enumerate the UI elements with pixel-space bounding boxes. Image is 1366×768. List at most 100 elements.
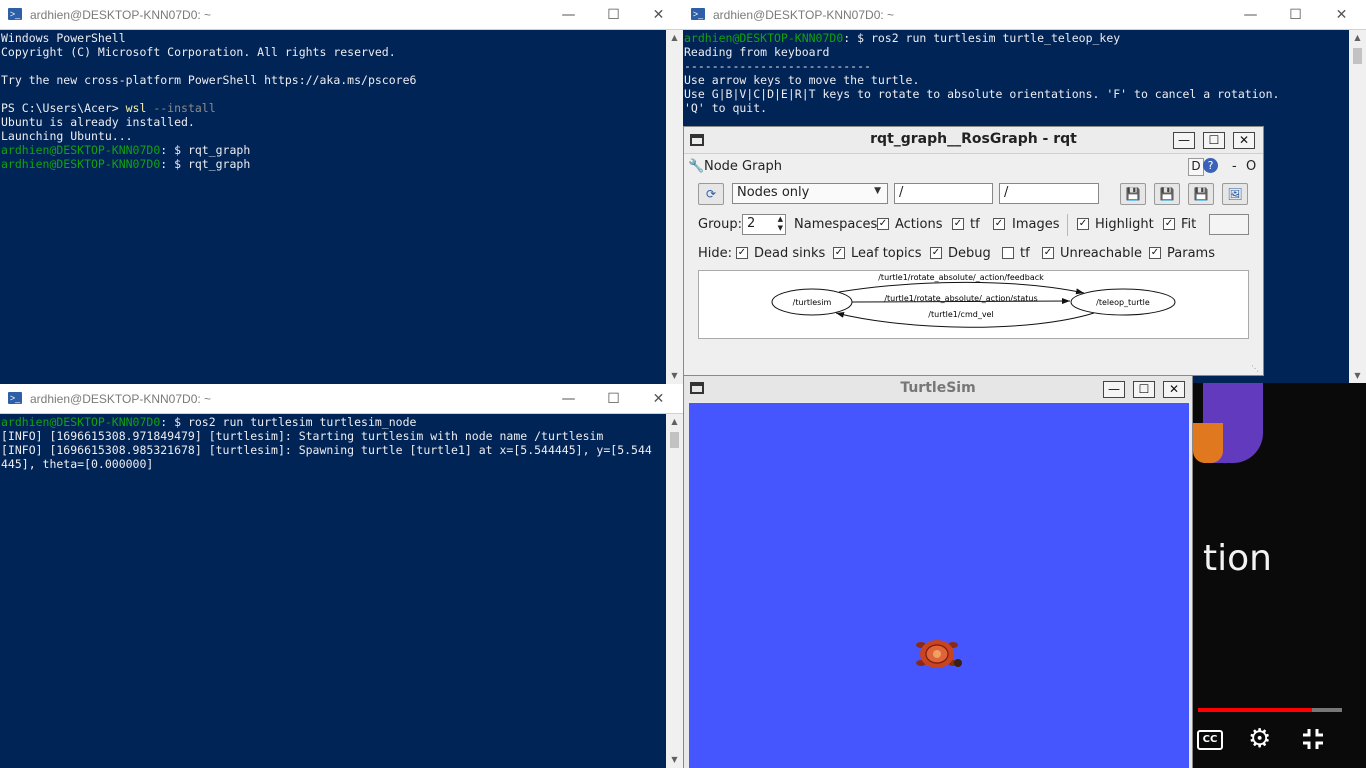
dead-sinks-checkbox[interactable]: ✓ [736, 247, 748, 259]
terminal-text: --install [146, 101, 216, 115]
video-player[interactable]: tion CC ⚙ [1193, 383, 1366, 768]
terminal-text: Copyright (C) Microsoft Corporation. All… [1, 45, 396, 59]
graph-edge-label-bottom: /turtle1/cmd_vel [928, 310, 993, 319]
turtle-icon [916, 640, 962, 668]
close-plugin-button[interactable]: O [1246, 159, 1256, 174]
group-spinbox[interactable]: 2 ▲ ▼ [742, 214, 786, 235]
debug-checkbox[interactable]: ✓ [930, 247, 942, 259]
save-image-icon[interactable]: 🖼 [1222, 183, 1248, 205]
save-dot-icon[interactable]: 💾 [1154, 183, 1180, 205]
load-dot-icon[interactable]: 💾 [1120, 183, 1146, 205]
tf-label: tf [970, 217, 980, 232]
close-button[interactable]: ✕ [636, 0, 681, 30]
scroll-down-icon[interactable]: ▼ [666, 368, 683, 384]
refresh-icon[interactable]: ⟳ [698, 183, 724, 205]
graph-edge-feedback [838, 281, 1085, 295]
terminal-text: ardhien@DESKTOP-KNN07D0 [1, 143, 161, 157]
terminal-text: [INFO] [1696615308.971849479] [turtlesim… [1, 429, 604, 443]
leaf-topics-label: Leaf topics [851, 246, 922, 261]
video-progress-track[interactable] [1198, 708, 1342, 712]
rqt-graph-window[interactable]: rqt_graph__RosGraph - rqt — ☐ ✕ 🔧 Node G… [683, 126, 1264, 376]
maximize-button[interactable]: ☐ [1273, 0, 1318, 30]
title-bar[interactable]: >_ ardhien@DESKTOP-KNN07D0: ~ — ☐ ✕ [0, 0, 683, 30]
vertical-scrollbar[interactable]: ▲ ▼ [666, 30, 683, 384]
tf-checkbox[interactable]: ✓ [993, 218, 1005, 230]
fit-in-view-button[interactable] [1209, 214, 1249, 235]
namespace-filter-input[interactable]: / [894, 183, 993, 204]
leaf-topics-checkbox[interactable]: ✓ [833, 247, 845, 259]
exit-fullscreen-icon[interactable] [1301, 727, 1325, 751]
tools-icon: 🔧 [688, 159, 705, 174]
terminal-text: --------------------------- [684, 59, 871, 73]
maximize-button[interactable]: ☐ [591, 384, 636, 414]
close-button[interactable]: ✕ [1163, 381, 1185, 398]
scroll-down-icon[interactable]: ▼ [1349, 368, 1366, 384]
terminal-line: Copyright (C) Microsoft Corporation. All… [1, 45, 666, 59]
images-checkbox[interactable]: ✓ [1077, 218, 1089, 230]
scrollbar-thumb[interactable] [670, 432, 679, 448]
resize-grip-icon[interactable]: ⋱ [1251, 364, 1259, 373]
namespaces-label: Namespaces [794, 217, 878, 232]
minimize-button[interactable]: — [546, 384, 591, 414]
terminal-window-top-left[interactable]: >_ ardhien@DESKTOP-KNN07D0: ~ — ☐ ✕ Wind… [0, 0, 683, 384]
terminal-line: Ubuntu is already installed. [1, 115, 666, 129]
minimize-button[interactable]: — [546, 0, 591, 30]
minimize-plugin-button[interactable]: - [1232, 159, 1237, 174]
title-bar[interactable]: TurtleSim — ☐ ✕ [684, 376, 1192, 401]
scrollbar-thumb[interactable] [1353, 48, 1362, 64]
maximize-button[interactable]: ☐ [1133, 381, 1155, 398]
powershell-icon: >_ [8, 8, 22, 20]
hide-tf-checkbox[interactable] [1002, 247, 1014, 259]
minimize-button[interactable]: — [1228, 0, 1273, 30]
fit-label: Fit [1181, 217, 1197, 232]
terminal-line: 'Q' to quit. [684, 101, 1349, 115]
title-bar[interactable]: >_ ardhien@DESKTOP-KNN07D0: ~ — ☐ ✕ [683, 0, 1366, 30]
dead-sinks-label: Dead sinks [754, 246, 826, 261]
node-graph-canvas[interactable]: /turtlesim /teleop_turtle /turtle1/rotat… [698, 270, 1249, 339]
terminal-text: Use G|B|V|C|D|E|R|T keys to rotate to ab… [684, 87, 1280, 101]
topic-filter-input[interactable]: / [999, 183, 1099, 204]
hide-tf-label: tf [1020, 246, 1030, 261]
captions-icon[interactable]: CC [1197, 730, 1223, 750]
save-svg-icon[interactable]: 💾 [1188, 183, 1214, 205]
title-bar[interactable]: >_ ardhien@DESKTOP-KNN07D0: ~ — ☐ ✕ [0, 384, 683, 414]
terminal-line: Launching Ubuntu... [1, 129, 666, 143]
scroll-up-icon[interactable]: ▲ [666, 414, 683, 430]
terminal-line: ardhien@DESKTOP-KNN07D0: $ ros2 run turt… [1, 415, 666, 429]
minimize-button[interactable]: — [1103, 381, 1125, 398]
window-title: ardhien@DESKTOP-KNN07D0: ~ [30, 392, 212, 406]
settings-gear-icon[interactable]: ⚙ [1248, 724, 1271, 754]
video-graphic-orange [1193, 423, 1223, 463]
scroll-down-icon[interactable]: ▼ [666, 752, 683, 768]
spin-arrows-icon[interactable]: ▲ ▼ [778, 215, 783, 233]
params-label: Params [1167, 246, 1215, 261]
terminal-line: Use G|B|V|C|D|E|R|T keys to rotate to ab… [684, 87, 1349, 101]
terminal-window-bottom-left[interactable]: >_ ardhien@DESKTOP-KNN07D0: ~ — ☐ ✕ ardh… [0, 384, 683, 768]
help-icon[interactable]: ? [1203, 158, 1218, 173]
close-button[interactable]: ✕ [1233, 132, 1255, 149]
title-bar[interactable]: rqt_graph__RosGraph - rqt — ☐ ✕ [684, 127, 1263, 154]
close-button[interactable]: ✕ [1319, 0, 1364, 30]
graph-type-select[interactable]: Nodes only ▼ [732, 183, 888, 204]
terminal-text: : $ ros2 run turtlesim turtle_teleop_key [843, 31, 1121, 45]
terminal-line: ardhien@DESKTOP-KNN07D0: $ rqt_graph [1, 143, 666, 157]
maximize-button[interactable]: ☐ [591, 0, 636, 30]
scroll-up-icon[interactable]: ▲ [666, 30, 683, 46]
params-checkbox[interactable]: ✓ [1149, 247, 1161, 259]
actions-checkbox[interactable]: ✓ [952, 218, 964, 230]
minimize-button[interactable]: — [1173, 132, 1195, 149]
turtlesim-window[interactable]: TurtleSim — ☐ ✕ [683, 376, 1193, 768]
terminal-text: [INFO] [1696615308.985321678] [turtlesim… [1, 443, 652, 457]
vertical-scrollbar[interactable]: ▲ ▼ [1349, 30, 1366, 384]
unreachable-checkbox[interactable]: ✓ [1042, 247, 1054, 259]
terminal-output[interactable]: Windows PowerShell Copyright (C) Microsof… [0, 30, 666, 384]
maximize-button[interactable]: ☐ [1203, 132, 1225, 149]
scroll-up-icon[interactable]: ▲ [1349, 30, 1366, 46]
highlight-checkbox[interactable]: ✓ [1163, 218, 1175, 230]
close-button[interactable]: ✕ [636, 384, 681, 414]
dock-button[interactable]: D [1188, 158, 1204, 176]
terminal-output[interactable]: ardhien@DESKTOP-KNN07D0: $ ros2 run turt… [0, 414, 666, 768]
namespaces-checkbox[interactable]: ✓ [877, 218, 889, 230]
vertical-scrollbar[interactable]: ▲ ▼ [666, 414, 683, 768]
